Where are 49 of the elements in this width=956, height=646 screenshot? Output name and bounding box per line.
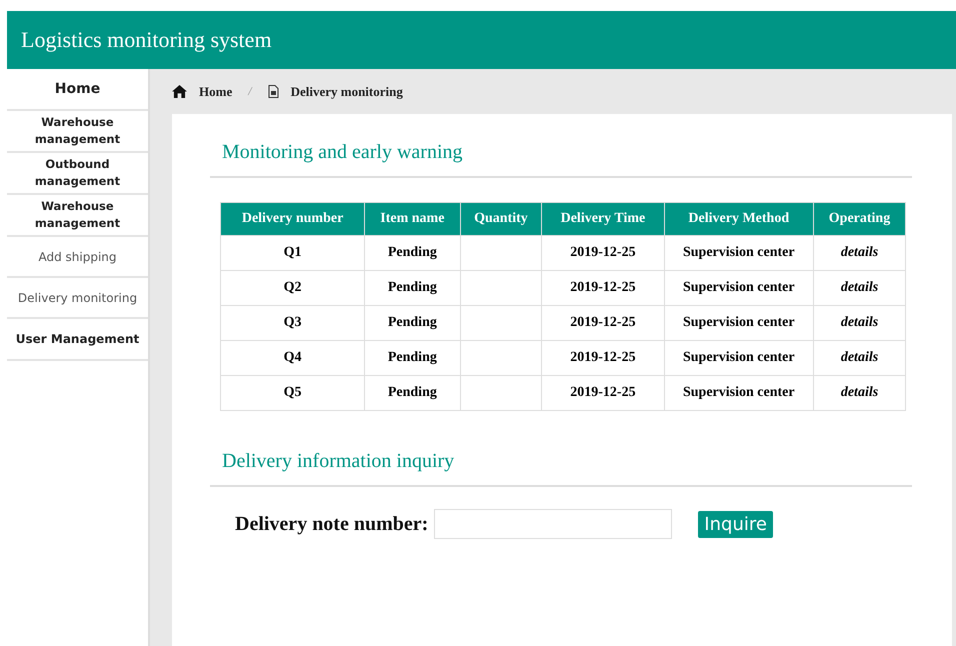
field-label: Delivery note number: [235, 512, 428, 536]
inquire-button[interactable]: Inquire [698, 510, 773, 538]
table-cell: Supervision center [664, 270, 814, 306]
breadcrumb-separator: / [248, 84, 252, 99]
table-cell: Supervision center [664, 236, 814, 270]
table-cell: 2019-12-25 [542, 236, 664, 270]
table-cell: Supervision center [664, 340, 814, 376]
table-cell: 2019-12-25 [542, 376, 664, 410]
table-cell: Supervision center [664, 306, 814, 340]
column-header: Operating [814, 202, 906, 236]
details-link[interactable]: details [814, 376, 906, 410]
table-cell: Pending [364, 376, 460, 410]
column-header: Delivery number [220, 202, 365, 236]
details-link[interactable]: details [814, 270, 906, 306]
table-cell: 2019-12-25 [542, 270, 664, 306]
column-header: Quantity [460, 202, 542, 236]
table-cell: Q5 [220, 376, 365, 410]
sidebar-item[interactable]: Add shipping [7, 237, 148, 278]
table-cell: 2019-12-25 [542, 306, 664, 340]
app-title: Logistics monitoring system [21, 27, 272, 53]
table-cell: Q1 [220, 236, 365, 270]
sidebar-item[interactable]: Warehouse management [7, 195, 148, 237]
breadcrumb-link[interactable]: Delivery monitoring [268, 84, 403, 100]
sidebar-item[interactable]: Home [7, 69, 148, 111]
sidebar-item[interactable]: Outbound management [7, 153, 148, 195]
sidebar-item[interactable]: Delivery monitoring [7, 278, 148, 319]
table-cell: Q3 [220, 306, 365, 340]
table-cell: 2019-12-25 [542, 340, 664, 376]
table-cell: Pending [364, 236, 460, 270]
home-icon [172, 85, 187, 98]
section-title: Monitoring and early warning [210, 136, 912, 178]
details-link[interactable]: details [814, 340, 906, 376]
details-link[interactable]: details [814, 236, 906, 270]
sidebar-item[interactable]: Warehouse management [7, 111, 148, 153]
input-field[interactable] [434, 509, 672, 539]
table-cell: Q4 [220, 340, 365, 376]
table-cell: Pending [364, 340, 460, 376]
column-header: Delivery Time [542, 202, 664, 236]
table-cell: Pending [364, 270, 460, 306]
sidebar-item[interactable]: User Management [7, 319, 148, 361]
table-cell: Q2 [220, 270, 365, 306]
details-link[interactable]: details [814, 306, 906, 340]
breadcrumb-link[interactable]: Home [172, 84, 232, 100]
document-icon [268, 85, 279, 98]
section-title: Delivery information inquiry [210, 445, 912, 487]
table-cell: Supervision center [664, 376, 814, 410]
column-header: Item name [364, 202, 460, 236]
table-cell: Pending [364, 306, 460, 340]
column-header: Delivery Method [664, 202, 814, 236]
